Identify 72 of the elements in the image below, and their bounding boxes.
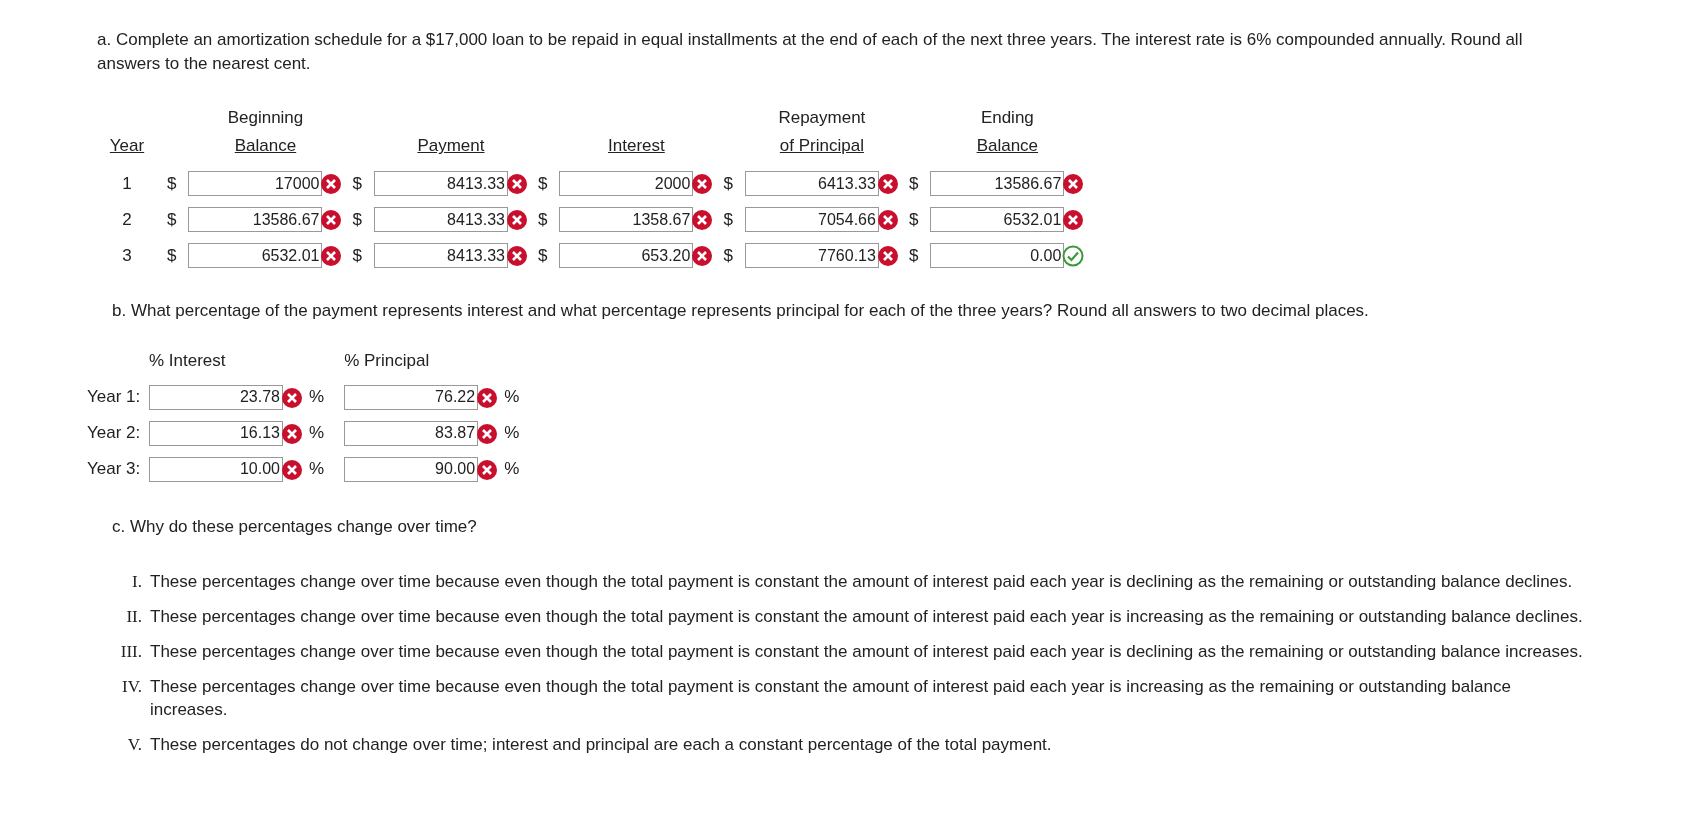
answer-box[interactable]: 6532.01 xyxy=(930,207,1065,233)
answer-box[interactable]: 17000 xyxy=(188,171,323,197)
answer-box[interactable]: 1358.67 xyxy=(559,207,694,233)
column-header: Ending xyxy=(979,106,1035,129)
column-header: % Interest xyxy=(149,351,226,371)
option-text: These percentages change over time because even though the total payment is constant the amount of interest paid each year is declining as the remaining or outstanding balance declines. xyxy=(150,570,1573,593)
option-numeral: III. xyxy=(120,640,143,663)
currency-sign: $ xyxy=(167,245,177,265)
row-label: Year 1: xyxy=(87,387,141,407)
question-text: b. What percentage of the payment represents interest and what percentage represents principal for each of the three years? Round all answers to two decimal places. xyxy=(112,300,1370,323)
column-header: Payment xyxy=(416,135,486,158)
answer-box[interactable]: 8413.33 xyxy=(373,171,508,197)
year-label: 3 xyxy=(122,245,132,265)
option-numeral: I. xyxy=(131,570,143,593)
option-text: These percentages do not change over time; interest and principal are each a constant percentage of the total payment. xyxy=(150,733,1052,756)
currency-sign: $ xyxy=(908,209,919,229)
percent-sign: % xyxy=(504,387,520,407)
answer-box[interactable]: 23.78 xyxy=(149,384,283,410)
option-text: These percentages change over time because even though the total payment is constant the amount of interest paid each year is declining as the remaining or outstanding balance increases. xyxy=(150,640,1583,663)
answer-box[interactable]: 13586.67 xyxy=(930,171,1065,197)
option-numeral: IV. xyxy=(121,675,143,698)
currency-sign: $ xyxy=(723,173,733,193)
currency-sign: $ xyxy=(723,245,733,265)
option-numeral: V. xyxy=(126,733,143,756)
year-label: 1 xyxy=(122,173,132,193)
question-text: a. Complete an amortization schedule for a $17,000 loan to be repaid in equal installments at the end of each of the next three years. The interest rate is 6% compounded annually. Round all answers to the nearest cent. xyxy=(97,29,1524,75)
answer-box[interactable]: 7760.13 xyxy=(744,243,879,269)
currency-sign: $ xyxy=(167,173,177,193)
column-header: Interest xyxy=(607,135,666,158)
option-numeral: II. xyxy=(125,605,143,628)
option-text: These percentages change over time because even though the total payment is constant the amount of interest paid each year is increasing as the remaining or outstanding balance increases. xyxy=(150,675,1512,721)
answer-box[interactable]: 10.00 xyxy=(149,456,283,482)
currency-sign: $ xyxy=(537,245,548,265)
currency-sign: $ xyxy=(537,173,548,193)
answer-box[interactable]: 13586.67 xyxy=(188,207,323,233)
column-header: Year xyxy=(108,135,146,158)
currency-sign: $ xyxy=(167,209,177,229)
answer-box[interactable]: 83.87 xyxy=(344,420,479,446)
currency-sign: $ xyxy=(537,209,548,229)
percent-sign: % xyxy=(504,459,520,479)
answer-box[interactable]: 0.00 xyxy=(930,243,1065,269)
year-label: 2 xyxy=(122,209,132,229)
answer-box[interactable]: 7054.66 xyxy=(744,207,879,233)
percent-sign: % xyxy=(504,423,520,443)
answer-box[interactable]: 8413.33 xyxy=(373,207,508,233)
answer-box[interactable]: 2000 xyxy=(559,171,694,197)
column-header: of Principal xyxy=(778,135,865,158)
percent-sign: % xyxy=(309,423,325,443)
answer-box[interactable]: 653.20 xyxy=(559,243,694,269)
answer-box[interactable]: 8413.33 xyxy=(373,243,508,269)
answer-box[interactable]: 6532.01 xyxy=(188,243,323,269)
currency-sign: $ xyxy=(352,173,362,193)
answer-box[interactable]: 6413.33 xyxy=(744,171,879,197)
answer-box[interactable]: 90.00 xyxy=(344,456,479,482)
row-label: Year 3: xyxy=(87,459,141,479)
currency-sign: $ xyxy=(352,245,362,265)
column-header: Balance xyxy=(975,135,1040,158)
percent-sign: % xyxy=(309,387,325,407)
column-header: Beginning xyxy=(226,106,305,129)
answer-box[interactable]: 16.13 xyxy=(149,420,283,446)
row-label: Year 2: xyxy=(87,423,141,443)
percent-sign: % xyxy=(309,459,325,479)
column-header: Balance xyxy=(233,135,298,158)
question-text: c. Why do these percentages change over time? xyxy=(112,516,478,539)
column-header: % Principal xyxy=(344,351,430,371)
currency-sign: $ xyxy=(908,173,919,193)
column-header: Repayment xyxy=(777,106,867,129)
currency-sign: $ xyxy=(723,209,733,229)
currency-sign: $ xyxy=(352,209,362,229)
option-text: These percentages change over time because even though the total payment is constant the amount of interest paid each year is increasing as the remaining or outstanding balance declines. xyxy=(150,605,1583,628)
currency-sign: $ xyxy=(908,245,919,265)
answer-box[interactable]: 76.22 xyxy=(344,384,479,410)
